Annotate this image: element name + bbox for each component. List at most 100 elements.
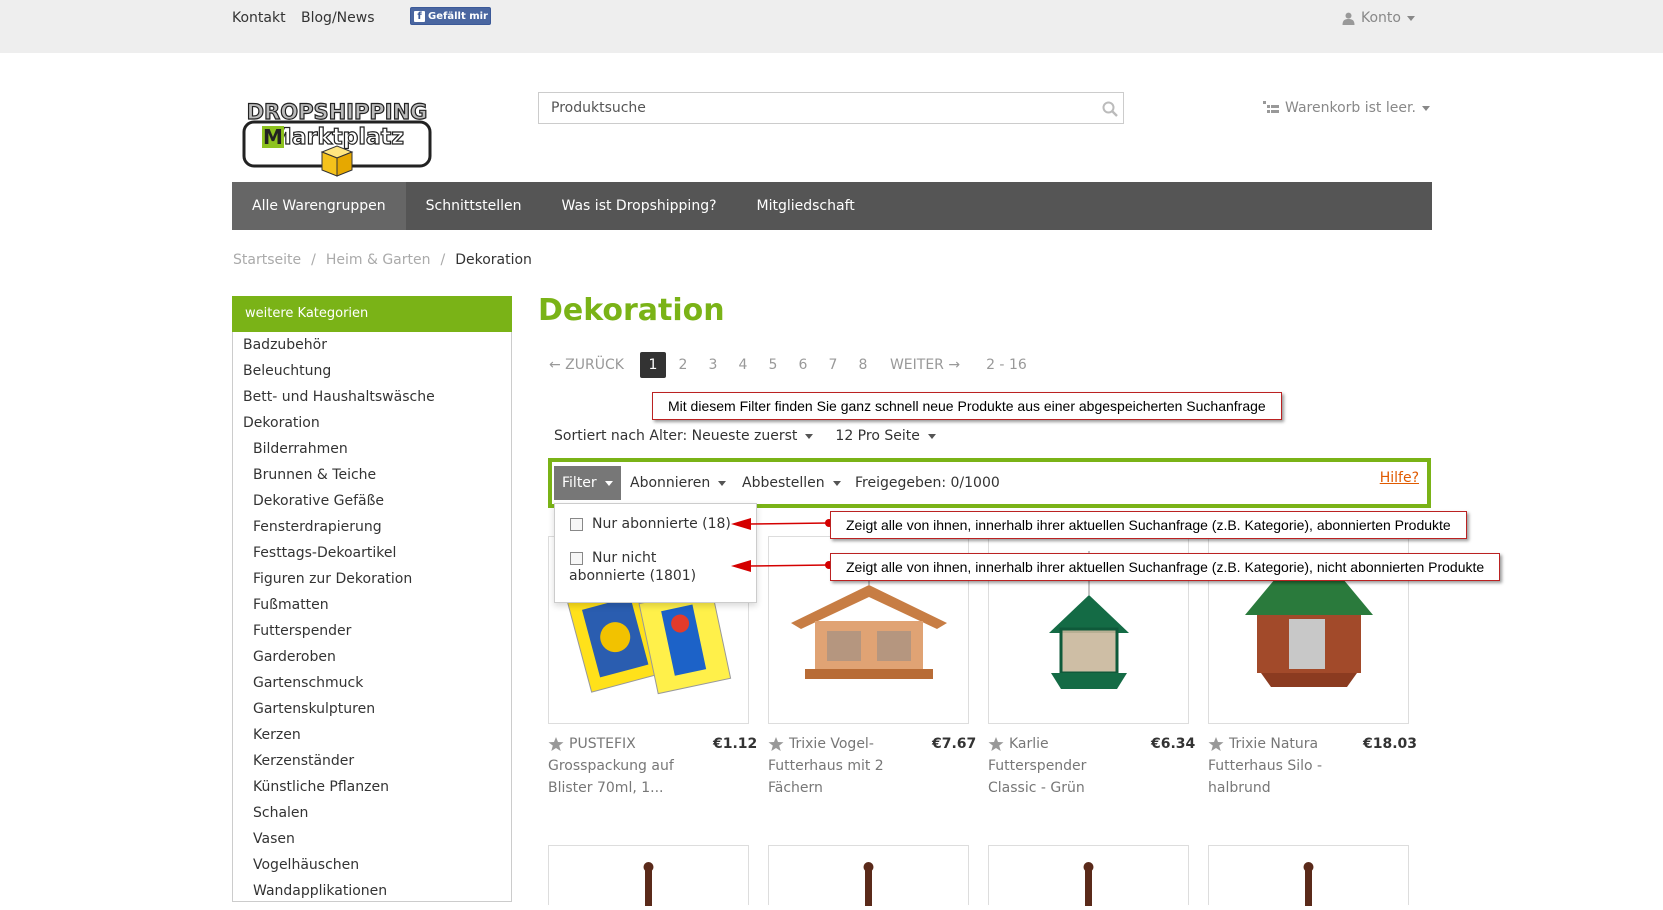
- svg-text:M: M: [263, 125, 283, 149]
- subcategory-item[interactable]: Wandapplikationen: [253, 883, 387, 899]
- filter-button[interactable]: Filter: [554, 466, 621, 500]
- breadcrumb-home-garden[interactable]: Heim & Garten: [326, 252, 431, 268]
- checkbox-subscribed[interactable]: [570, 517, 583, 531]
- breadcrumb-home[interactable]: Startseite: [233, 252, 301, 268]
- dropshipping-marktplatz-logo: DROPSHIPPING Marktplatz M: [242, 99, 432, 177]
- page-link[interactable]: 6: [788, 357, 818, 373]
- facebook-like-button[interactable]: f Gefällt mir: [410, 7, 491, 25]
- search-input[interactable]: [539, 93, 1103, 123]
- breadcrumb: Startseite / Heim & Garten / Dekoration: [233, 252, 532, 268]
- product-name-line: Fächern: [768, 780, 823, 796]
- subcategory-item[interactable]: Festtags-Dekoartikel: [253, 545, 396, 561]
- checkbox-not-subscribed[interactable]: [570, 551, 583, 565]
- product-image-card[interactable]: [988, 845, 1189, 906]
- page-link-current[interactable]: 1: [639, 352, 666, 378]
- released-count: Freigegeben: 0/1000: [855, 475, 1000, 491]
- product-price: €6.34: [1151, 736, 1196, 752]
- subcategory-item[interactable]: Schalen: [253, 805, 308, 821]
- product-image-card[interactable]: [768, 845, 969, 906]
- subcategory-item[interactable]: Fensterdrapierung: [253, 519, 382, 535]
- facebook-icon: f: [414, 10, 425, 22]
- cart-list-icon: [1263, 101, 1279, 113]
- subcategory-item[interactable]: Vasen: [253, 831, 295, 847]
- subcategory-item[interactable]: Brunnen & Teiche: [253, 467, 376, 483]
- page-link[interactable]: 5: [758, 357, 788, 373]
- chevron-down-icon: [805, 433, 814, 439]
- category-item[interactable]: Beleuchtung: [243, 363, 331, 379]
- search-icon[interactable]: [1102, 101, 1118, 117]
- pagination: ← ZURÜCK 1 2 3 4 5 6 7 8 WEITER → 2 - 16: [549, 352, 1027, 378]
- filter-option-label: Nur abonnierte (18): [592, 516, 731, 532]
- product-image-card[interactable]: [548, 845, 749, 906]
- page-link[interactable]: 3: [698, 357, 728, 373]
- sort-dropdown[interactable]: Sortiert nach Alter: Neueste zuerst: [554, 428, 814, 444]
- chevron-down-icon: [604, 480, 613, 486]
- product-image-card[interactable]: [1208, 845, 1409, 906]
- product-name-line: Classic - Grün: [988, 780, 1085, 796]
- category-item-active[interactable]: Dekoration: [243, 415, 320, 431]
- page-link[interactable]: 7: [818, 357, 848, 373]
- subcategory-item[interactable]: Kerzen: [253, 727, 301, 743]
- filter-toolbar: Filter Abonnieren Abbestellen Freigegebe…: [548, 458, 1431, 508]
- product-name-line: Futterhaus Silo -: [1208, 758, 1323, 774]
- subcategory-item[interactable]: Gartenschmuck: [253, 675, 363, 691]
- filter-label: Filter: [562, 475, 597, 491]
- product-name[interactable]: Trixie Natura Futterhaus Silo - halbrund: [1208, 733, 1368, 799]
- pagination-prev[interactable]: ← ZURÜCK: [549, 357, 624, 373]
- product-name-line: Grosspackung auf: [548, 758, 674, 774]
- sort-bar: Sortiert nach Alter: Neueste zuerst 12 P…: [554, 428, 936, 444]
- page-link[interactable]: 2: [668, 357, 698, 373]
- subcategory-item[interactable]: Kerzenständer: [253, 753, 354, 769]
- site-logo[interactable]: DROPSHIPPING Marktplatz M: [240, 99, 434, 180]
- product-search-field[interactable]: [538, 92, 1124, 124]
- subcategory-item[interactable]: Vogelhäuschen: [253, 857, 359, 873]
- help-link[interactable]: Hilfe?: [1380, 470, 1419, 486]
- chevron-down-icon: [1421, 105, 1430, 111]
- category-list: Badzubehör Beleuchtung Bett- und Haushal…: [232, 332, 512, 902]
- subcategory-item[interactable]: Bilderrahmen: [253, 441, 348, 457]
- blog-news-link[interactable]: Blog/News: [301, 10, 375, 26]
- subcategory-item[interactable]: Futterspender: [253, 623, 351, 639]
- category-item[interactable]: Badzubehör: [243, 337, 327, 353]
- page-link[interactable]: 4: [728, 357, 758, 373]
- subscribe-button[interactable]: Abonnieren: [630, 466, 727, 500]
- nav-item-membership[interactable]: Mitgliedschaft: [737, 182, 875, 230]
- product-price: €7.67: [932, 736, 977, 752]
- nav-item-what-is-dropshipping[interactable]: Was ist Dropshipping?: [542, 182, 737, 230]
- filter-option-not-subscribed[interactable]: Nur nicht abonnierte (1801): [569, 550, 696, 584]
- product-name[interactable]: PUSTEFIX Grosspackung auf Blister 70ml, …: [548, 733, 708, 799]
- breadcrumb-current: Dekoration: [455, 252, 532, 268]
- nav-item-all-categories[interactable]: Alle Warengruppen: [232, 182, 406, 230]
- cart-dropdown[interactable]: Warenkorb ist leer.: [1263, 100, 1430, 116]
- page-link[interactable]: 8: [848, 357, 878, 373]
- product-name[interactable]: Trixie Vogel- Futterhaus mit 2 Fächern: [768, 733, 928, 799]
- subcategory-item[interactable]: Gartenskulpturen: [253, 701, 375, 717]
- account-label: Konto: [1361, 10, 1401, 26]
- pagination-next[interactable]: WEITER →: [890, 357, 960, 373]
- filter-option-label: Nur nicht: [592, 550, 657, 566]
- product-name-line: Blister 70ml, 1...: [548, 780, 664, 796]
- annotation-filter-hint: Mit diesem Filter finden Sie ganz schnel…: [652, 392, 1282, 420]
- annotation-not-subscribed-hint: Zeigt alle von ihnen, innerhalb ihrer ak…: [830, 553, 1501, 581]
- subcategory-item[interactable]: Figuren zur Dekoration: [253, 571, 412, 587]
- subcategory-item[interactable]: Dekorative Gefäße: [253, 493, 384, 509]
- product-name-line: Futterhaus mit 2: [768, 758, 884, 774]
- category-item[interactable]: Bett- und Haushaltswäsche: [243, 389, 435, 405]
- contact-link[interactable]: Kontakt: [232, 10, 286, 26]
- subcategory-item[interactable]: Garderoben: [253, 649, 336, 665]
- product-name[interactable]: Karlie Futterspender Classic - Grün: [988, 733, 1148, 799]
- subcategory-item[interactable]: Künstliche Pflanzen: [253, 779, 389, 795]
- subcategory-item[interactable]: Fußmatten: [253, 597, 329, 613]
- sidebar-title: weitere Kategorien: [232, 296, 512, 332]
- per-page-dropdown[interactable]: 12 Pro Seite: [835, 428, 936, 444]
- nav-item-interfaces[interactable]: Schnittstellen: [406, 182, 542, 230]
- main-navigation: Alle Warengruppen Schnittstellen Was ist…: [232, 182, 1432, 230]
- product-name-line: Trixie Natura: [1229, 736, 1319, 752]
- product-name-line: Futterspender: [988, 758, 1087, 774]
- chevron-down-icon: [718, 480, 727, 486]
- unsubscribe-button[interactable]: Abbestellen: [742, 466, 841, 500]
- product-image: [1303, 862, 1314, 906]
- per-page-label: 12 Pro Seite: [835, 428, 920, 444]
- filter-option-subscribed[interactable]: Nur abonnierte (18): [570, 516, 731, 532]
- account-menu[interactable]: Konto: [1342, 10, 1415, 26]
